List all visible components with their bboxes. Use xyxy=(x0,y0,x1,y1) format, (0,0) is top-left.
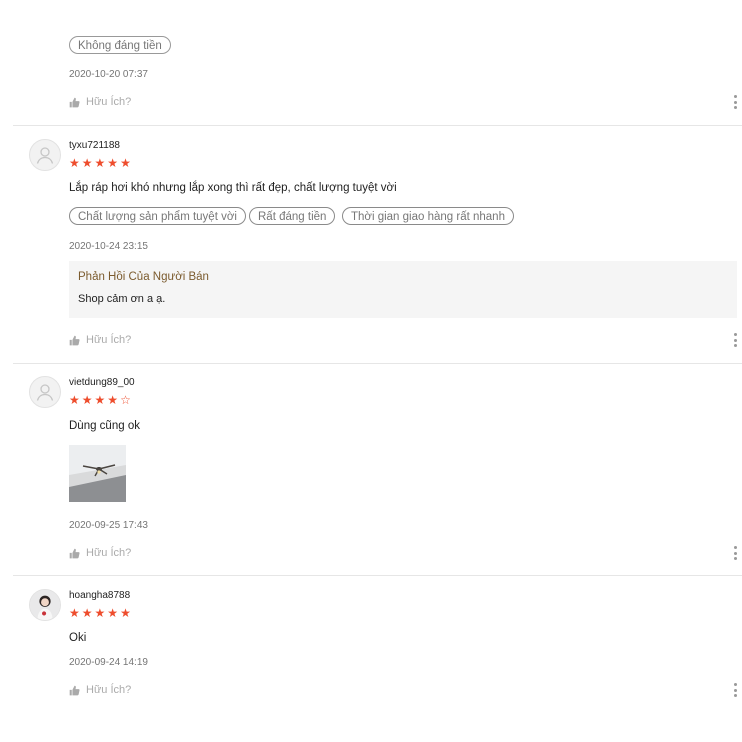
star-icon: ★ xyxy=(107,393,119,407)
star-icon: ★ xyxy=(120,606,131,620)
thumbs-up-icon xyxy=(69,97,80,107)
review-comment: Dùng cũng ok xyxy=(69,420,140,432)
more-vertical-icon xyxy=(733,333,737,336)
rating-stars: ★ ★ ★ ★ ★ xyxy=(69,157,131,169)
more-vertical-icon xyxy=(733,546,737,549)
helpful-button[interactable]: Hữu Ích? xyxy=(69,683,131,697)
star-icon: ★ xyxy=(81,393,93,407)
seller-reply: Phản Hồi Của Người Bán Shop cảm ơn a ạ. xyxy=(69,261,737,318)
review-comment: Oki xyxy=(69,632,87,644)
review-tag: Không đáng tiền xyxy=(69,36,171,54)
star-icon: ★ xyxy=(81,606,93,620)
more-vertical-icon xyxy=(733,95,737,98)
helpful-label: Hữu Ích? xyxy=(86,547,132,559)
review-divider xyxy=(13,575,742,576)
star-icon: ★ xyxy=(69,606,80,620)
helpful-label: Hữu Ích? xyxy=(86,684,132,696)
avatar[interactable] xyxy=(29,589,61,621)
seller-reply-text: Shop cảm ơn a ạ. xyxy=(78,293,166,305)
review-username[interactable]: tyxu721188 xyxy=(69,140,120,151)
review-comment: Lắp ráp hơi khó nhưng lắp xong thì rất đ… xyxy=(69,182,397,194)
thumbs-up-icon xyxy=(69,335,80,345)
helpful-button[interactable]: Hữu Ích? xyxy=(69,333,131,347)
review-tag: Chất lượng sản phẩm tuyệt vời xyxy=(69,207,246,225)
user-avatar-icon xyxy=(36,384,54,401)
star-icon: ★ xyxy=(107,606,119,620)
more-vertical-icon xyxy=(733,683,737,686)
thumbs-up-icon xyxy=(69,685,80,695)
star-icon: ★ xyxy=(94,393,106,407)
thumbs-up-icon xyxy=(69,548,80,558)
star-icon: ★ xyxy=(107,156,119,170)
user-avatar-icon xyxy=(36,147,54,164)
star-icon: ★ xyxy=(94,156,106,170)
rating-stars: ★ ★ ★ ★ ★ xyxy=(69,607,131,619)
more-options-button[interactable] xyxy=(731,546,739,560)
user-photo-avatar xyxy=(30,590,60,620)
review-divider xyxy=(13,363,742,364)
review-tag: Thời gian giao hàng rất nhanh xyxy=(342,207,514,225)
review-date: 2020-09-24 14:19 xyxy=(69,657,148,668)
review-date: 2020-10-20 07:37 xyxy=(69,69,148,80)
review-tag: Rất đáng tiền xyxy=(249,207,336,225)
star-icon: ★ xyxy=(69,156,80,170)
review-username[interactable]: vietdung89_00 xyxy=(69,377,135,388)
review-date: 2020-09-25 17:43 xyxy=(69,520,148,531)
review-photo[interactable] xyxy=(69,445,126,502)
review-username[interactable]: hoangha8788 xyxy=(69,590,130,601)
avatar[interactable] xyxy=(29,376,61,408)
star-icon: ★ xyxy=(120,156,131,170)
more-options-button[interactable] xyxy=(731,683,739,697)
star-empty-icon: ☆ xyxy=(120,393,131,407)
star-icon: ★ xyxy=(81,156,93,170)
helpful-button[interactable]: Hữu Ích? xyxy=(69,95,131,109)
star-icon: ★ xyxy=(69,393,80,407)
avatar[interactable] xyxy=(29,139,61,171)
more-options-button[interactable] xyxy=(731,333,739,347)
rating-stars: ★ ★ ★ ★ ☆ xyxy=(69,394,131,406)
more-options-button[interactable] xyxy=(731,95,739,109)
review-date: 2020-10-24 23:15 xyxy=(69,241,148,252)
star-icon: ★ xyxy=(94,606,106,620)
helpful-label: Hữu Ích? xyxy=(86,96,132,108)
helpful-button[interactable]: Hữu Ích? xyxy=(69,546,131,560)
helpful-label: Hữu Ích? xyxy=(86,334,132,346)
seller-reply-title: Phản Hồi Của Người Bán xyxy=(78,271,209,283)
review-divider xyxy=(13,125,742,126)
ceiling-fan-photo xyxy=(69,445,126,502)
